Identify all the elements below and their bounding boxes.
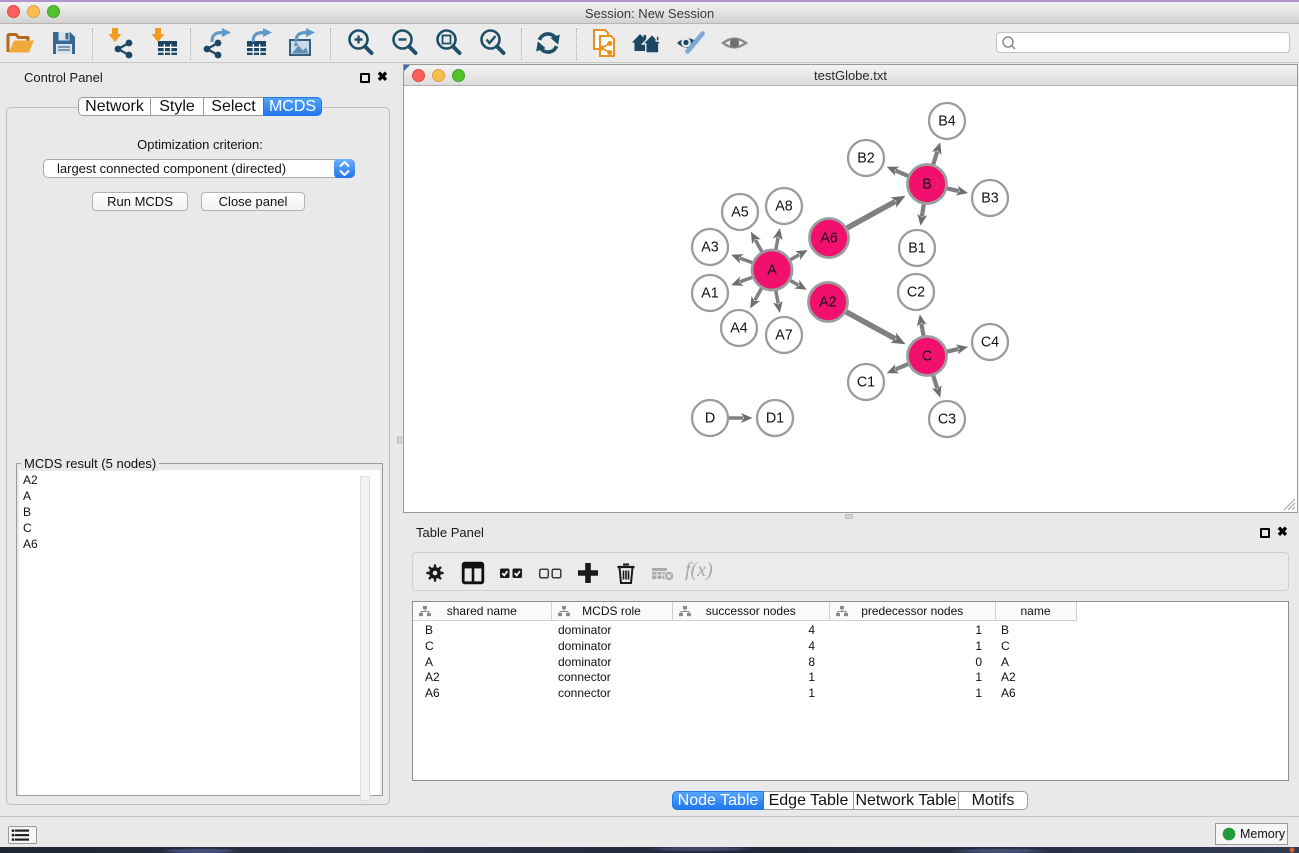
svg-text:C4: C4	[981, 335, 999, 351]
svg-text:Memory: Memory	[1240, 827, 1286, 841]
svg-text:A1: A1	[701, 286, 719, 302]
svg-text:B3: B3	[981, 191, 999, 207]
svg-text:B1: B1	[908, 241, 926, 257]
svg-text:C: C	[922, 349, 932, 365]
svg-text:B4: B4	[938, 114, 956, 130]
svg-text:A: A	[767, 263, 777, 279]
svg-text:A2: A2	[819, 295, 837, 311]
svg-text:A5: A5	[731, 205, 749, 221]
svg-text:B: B	[922, 177, 932, 193]
svg-text:B2: B2	[857, 151, 875, 167]
svg-text:A8: A8	[775, 199, 793, 215]
svg-text:C2: C2	[907, 285, 925, 301]
svg-text:A6: A6	[820, 231, 838, 247]
svg-text:C1: C1	[857, 375, 875, 391]
svg-text:A7: A7	[775, 328, 793, 344]
svg-text:A4: A4	[730, 321, 748, 337]
svg-text:A3: A3	[701, 240, 719, 256]
svg-text:D1: D1	[766, 411, 784, 427]
svg-text:D: D	[705, 411, 715, 427]
svg-text:C3: C3	[938, 412, 956, 428]
